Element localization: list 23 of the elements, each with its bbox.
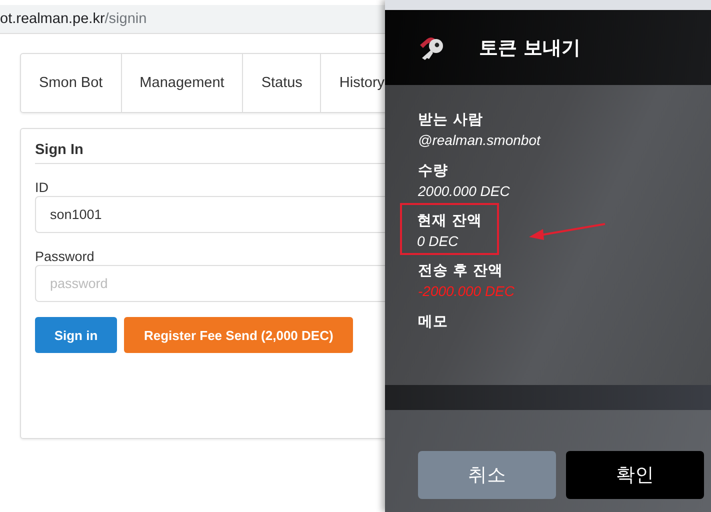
nav-link[interactable]: Smon Bot bbox=[21, 54, 122, 112]
field-value: 0 DEC bbox=[417, 233, 460, 249]
field-label: 메모 bbox=[418, 313, 448, 331]
url-host: ot.realman.pe.kr bbox=[0, 11, 105, 27]
input-field[interactable]: password bbox=[35, 265, 385, 302]
field-label: 수량 bbox=[418, 162, 449, 180]
confirm-button[interactable]: 확인 bbox=[566, 451, 704, 499]
input-field[interactable]: son1001 bbox=[35, 196, 385, 233]
cancel-button[interactable]: 취소 bbox=[418, 451, 556, 499]
nav-link[interactable]: Management bbox=[122, 54, 244, 112]
sign-in-button[interactable]: Sign in bbox=[35, 317, 117, 353]
field-value: -2000.000 DEC bbox=[418, 283, 515, 299]
field-label: 전송 후 잔액 bbox=[418, 262, 504, 280]
field-value: @realman.smonbot bbox=[418, 132, 540, 148]
popup-title: 토큰 보내기 bbox=[479, 36, 581, 60]
url-path: /signin bbox=[104, 11, 147, 27]
field-value: 2000.000 DEC bbox=[418, 183, 510, 199]
address-bar[interactable]: ot.realman.pe.kr/signin bbox=[0, 5, 385, 34]
nav-link[interactable]: Status bbox=[243, 54, 322, 112]
field-label: Password bbox=[35, 249, 96, 264]
field-label: 받는 사람 bbox=[418, 111, 484, 129]
field-label: 현재 잔액 bbox=[417, 212, 482, 230]
field-label: ID bbox=[35, 180, 50, 195]
